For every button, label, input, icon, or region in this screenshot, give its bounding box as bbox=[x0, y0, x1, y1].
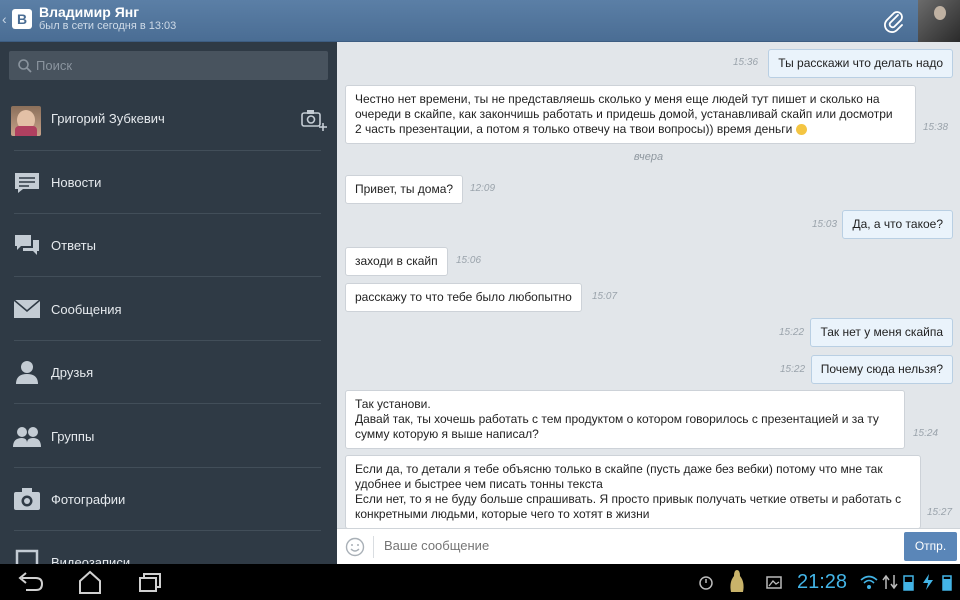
sync-arrows-icon bbox=[882, 574, 898, 590]
back-nav-icon[interactable] bbox=[12, 568, 48, 596]
sidebar-item-groups[interactable]: Группы bbox=[0, 405, 337, 468]
status-clock: 21:28 bbox=[797, 571, 848, 593]
battery-icon bbox=[903, 575, 914, 591]
gallery-icon bbox=[766, 576, 782, 589]
sidebar-item-label: Группы bbox=[51, 429, 95, 444]
message-bubble-out: Да, а что такое? bbox=[842, 210, 953, 239]
message-bubble-out: Так нет у меня скайпа bbox=[810, 318, 953, 347]
message-time: 15:27 bbox=[927, 507, 953, 518]
home-nav-icon[interactable] bbox=[72, 568, 108, 596]
sidebar-item-label: Новости bbox=[51, 175, 102, 190]
message-input[interactable] bbox=[384, 538, 884, 553]
message-bubble-in: Честно нет времени, ты не представляешь … bbox=[345, 85, 916, 144]
send-button[interactable]: Отпр. bbox=[904, 532, 957, 561]
message-text: Так нет у меня скайпа bbox=[820, 325, 943, 339]
message-text: заходи в скайп bbox=[355, 254, 438, 268]
message-time: 15:24 bbox=[913, 428, 939, 439]
divider bbox=[373, 536, 374, 558]
contact-name: Владимир Янг bbox=[39, 4, 140, 20]
search-input[interactable]: Поиск bbox=[9, 51, 328, 80]
day-divider: вчера bbox=[633, 151, 664, 163]
last-seen-status: был в сети сегодня в 13:03 bbox=[39, 20, 177, 32]
sidebar-item-label: Фотографии bbox=[51, 492, 126, 507]
back-icon[interactable]: ‹ bbox=[2, 11, 7, 27]
wifi-icon bbox=[860, 575, 878, 589]
message-composer: Отпр. bbox=[337, 528, 960, 564]
sidebar-item-messages[interactable]: Сообщения bbox=[0, 278, 337, 341]
sidebar-item-label: Ответы bbox=[51, 238, 96, 253]
message-time: 15:22 bbox=[780, 364, 806, 375]
notification-figure-icon bbox=[730, 570, 744, 592]
message-time: 15:36 bbox=[733, 57, 759, 68]
message-bubble-in: Привет, ты дома? bbox=[345, 175, 464, 204]
messages-icon bbox=[13, 299, 41, 318]
paperclip-icon[interactable] bbox=[882, 9, 906, 33]
camera-add-icon[interactable] bbox=[300, 108, 328, 132]
chat-history[interactable]: Ты расскажи что делать надо 15:36 Честно… bbox=[337, 42, 960, 528]
sidebar-item-label: Видеозаписи bbox=[51, 555, 131, 564]
message-bubble-in: Так установи. Давай так, ты хочешь работ… bbox=[345, 390, 905, 449]
contact-avatar[interactable] bbox=[918, 0, 960, 42]
replies-icon bbox=[15, 235, 39, 255]
sidebar-item-label: Сообщения bbox=[51, 302, 122, 317]
sidebar-item-news[interactable]: Новости bbox=[0, 151, 337, 214]
alarm-icon bbox=[699, 576, 713, 590]
sidebar-item-friends[interactable]: Друзья bbox=[0, 341, 337, 404]
message-text: Так установи. Давай так, ты хочешь работ… bbox=[355, 397, 879, 441]
groups-icon bbox=[13, 427, 41, 447]
message-text: Если да, то детали я тебе объясню только… bbox=[355, 462, 902, 521]
sidebar-item-replies[interactable]: Ответы bbox=[0, 214, 337, 277]
battery-level-icon bbox=[942, 575, 952, 591]
message-time: 15:07 bbox=[592, 291, 618, 302]
photos-icon bbox=[14, 488, 40, 510]
message-bubble-in: расскажу то что тебе было любопытно bbox=[345, 283, 582, 312]
sidebar-item-profile[interactable]: Григорий Зубкевич bbox=[0, 88, 337, 151]
message-text: Почему сюда нельзя? bbox=[820, 362, 943, 376]
message-text: Честно нет времени, ты не представляешь … bbox=[355, 92, 893, 136]
message-time: 15:38 bbox=[923, 122, 949, 133]
vk-logo-icon[interactable]: В bbox=[12, 9, 32, 29]
message-text: Да, а что такое? bbox=[852, 217, 943, 231]
system-nav-bar: 21:28 bbox=[0, 564, 960, 600]
sidebar-item-label: Друзья bbox=[51, 365, 94, 380]
divider bbox=[14, 276, 321, 277]
message-text: Привет, ты дома? bbox=[355, 182, 454, 196]
search-placeholder: Поиск bbox=[36, 58, 73, 73]
message-time: 12:09 bbox=[470, 183, 496, 194]
charging-icon bbox=[923, 574, 933, 590]
sidebar-item-videos[interactable]: Видеозаписи bbox=[0, 531, 337, 564]
divider bbox=[14, 403, 321, 404]
recent-apps-icon[interactable] bbox=[132, 568, 168, 596]
message-time: 15:03 bbox=[812, 219, 838, 230]
avatar bbox=[11, 106, 41, 136]
videos-icon bbox=[15, 549, 39, 564]
message-text: Ты расскажи что делать надо bbox=[778, 56, 943, 70]
message-time: 15:06 bbox=[456, 255, 482, 266]
message-time: 15:22 bbox=[779, 327, 805, 338]
message-text: расскажу то что тебе было любопытно bbox=[355, 290, 572, 304]
message-bubble-in: заходи в скайп bbox=[345, 247, 448, 276]
sidebar: Поиск Григорий Зубкевич Новости Ответы С… bbox=[0, 42, 337, 564]
news-icon bbox=[15, 173, 39, 193]
sidebar-item-photos[interactable]: Фотографии bbox=[0, 468, 337, 531]
message-bubble-out: Ты расскажи что делать надо bbox=[768, 49, 953, 78]
top-bar: ‹ В Владимир Янг был в сети сегодня в 13… bbox=[0, 0, 960, 42]
message-bubble-in: Если да, то детали я тебе объясню только… bbox=[345, 455, 921, 528]
profile-name: Григорий Зубкевич bbox=[51, 111, 165, 126]
emoji-icon[interactable] bbox=[345, 537, 365, 557]
message-bubble-out: Почему сюда нельзя? bbox=[810, 355, 953, 384]
search-icon bbox=[18, 59, 32, 73]
friends-icon bbox=[16, 361, 38, 384]
smile-emoji-icon bbox=[795, 124, 807, 135]
